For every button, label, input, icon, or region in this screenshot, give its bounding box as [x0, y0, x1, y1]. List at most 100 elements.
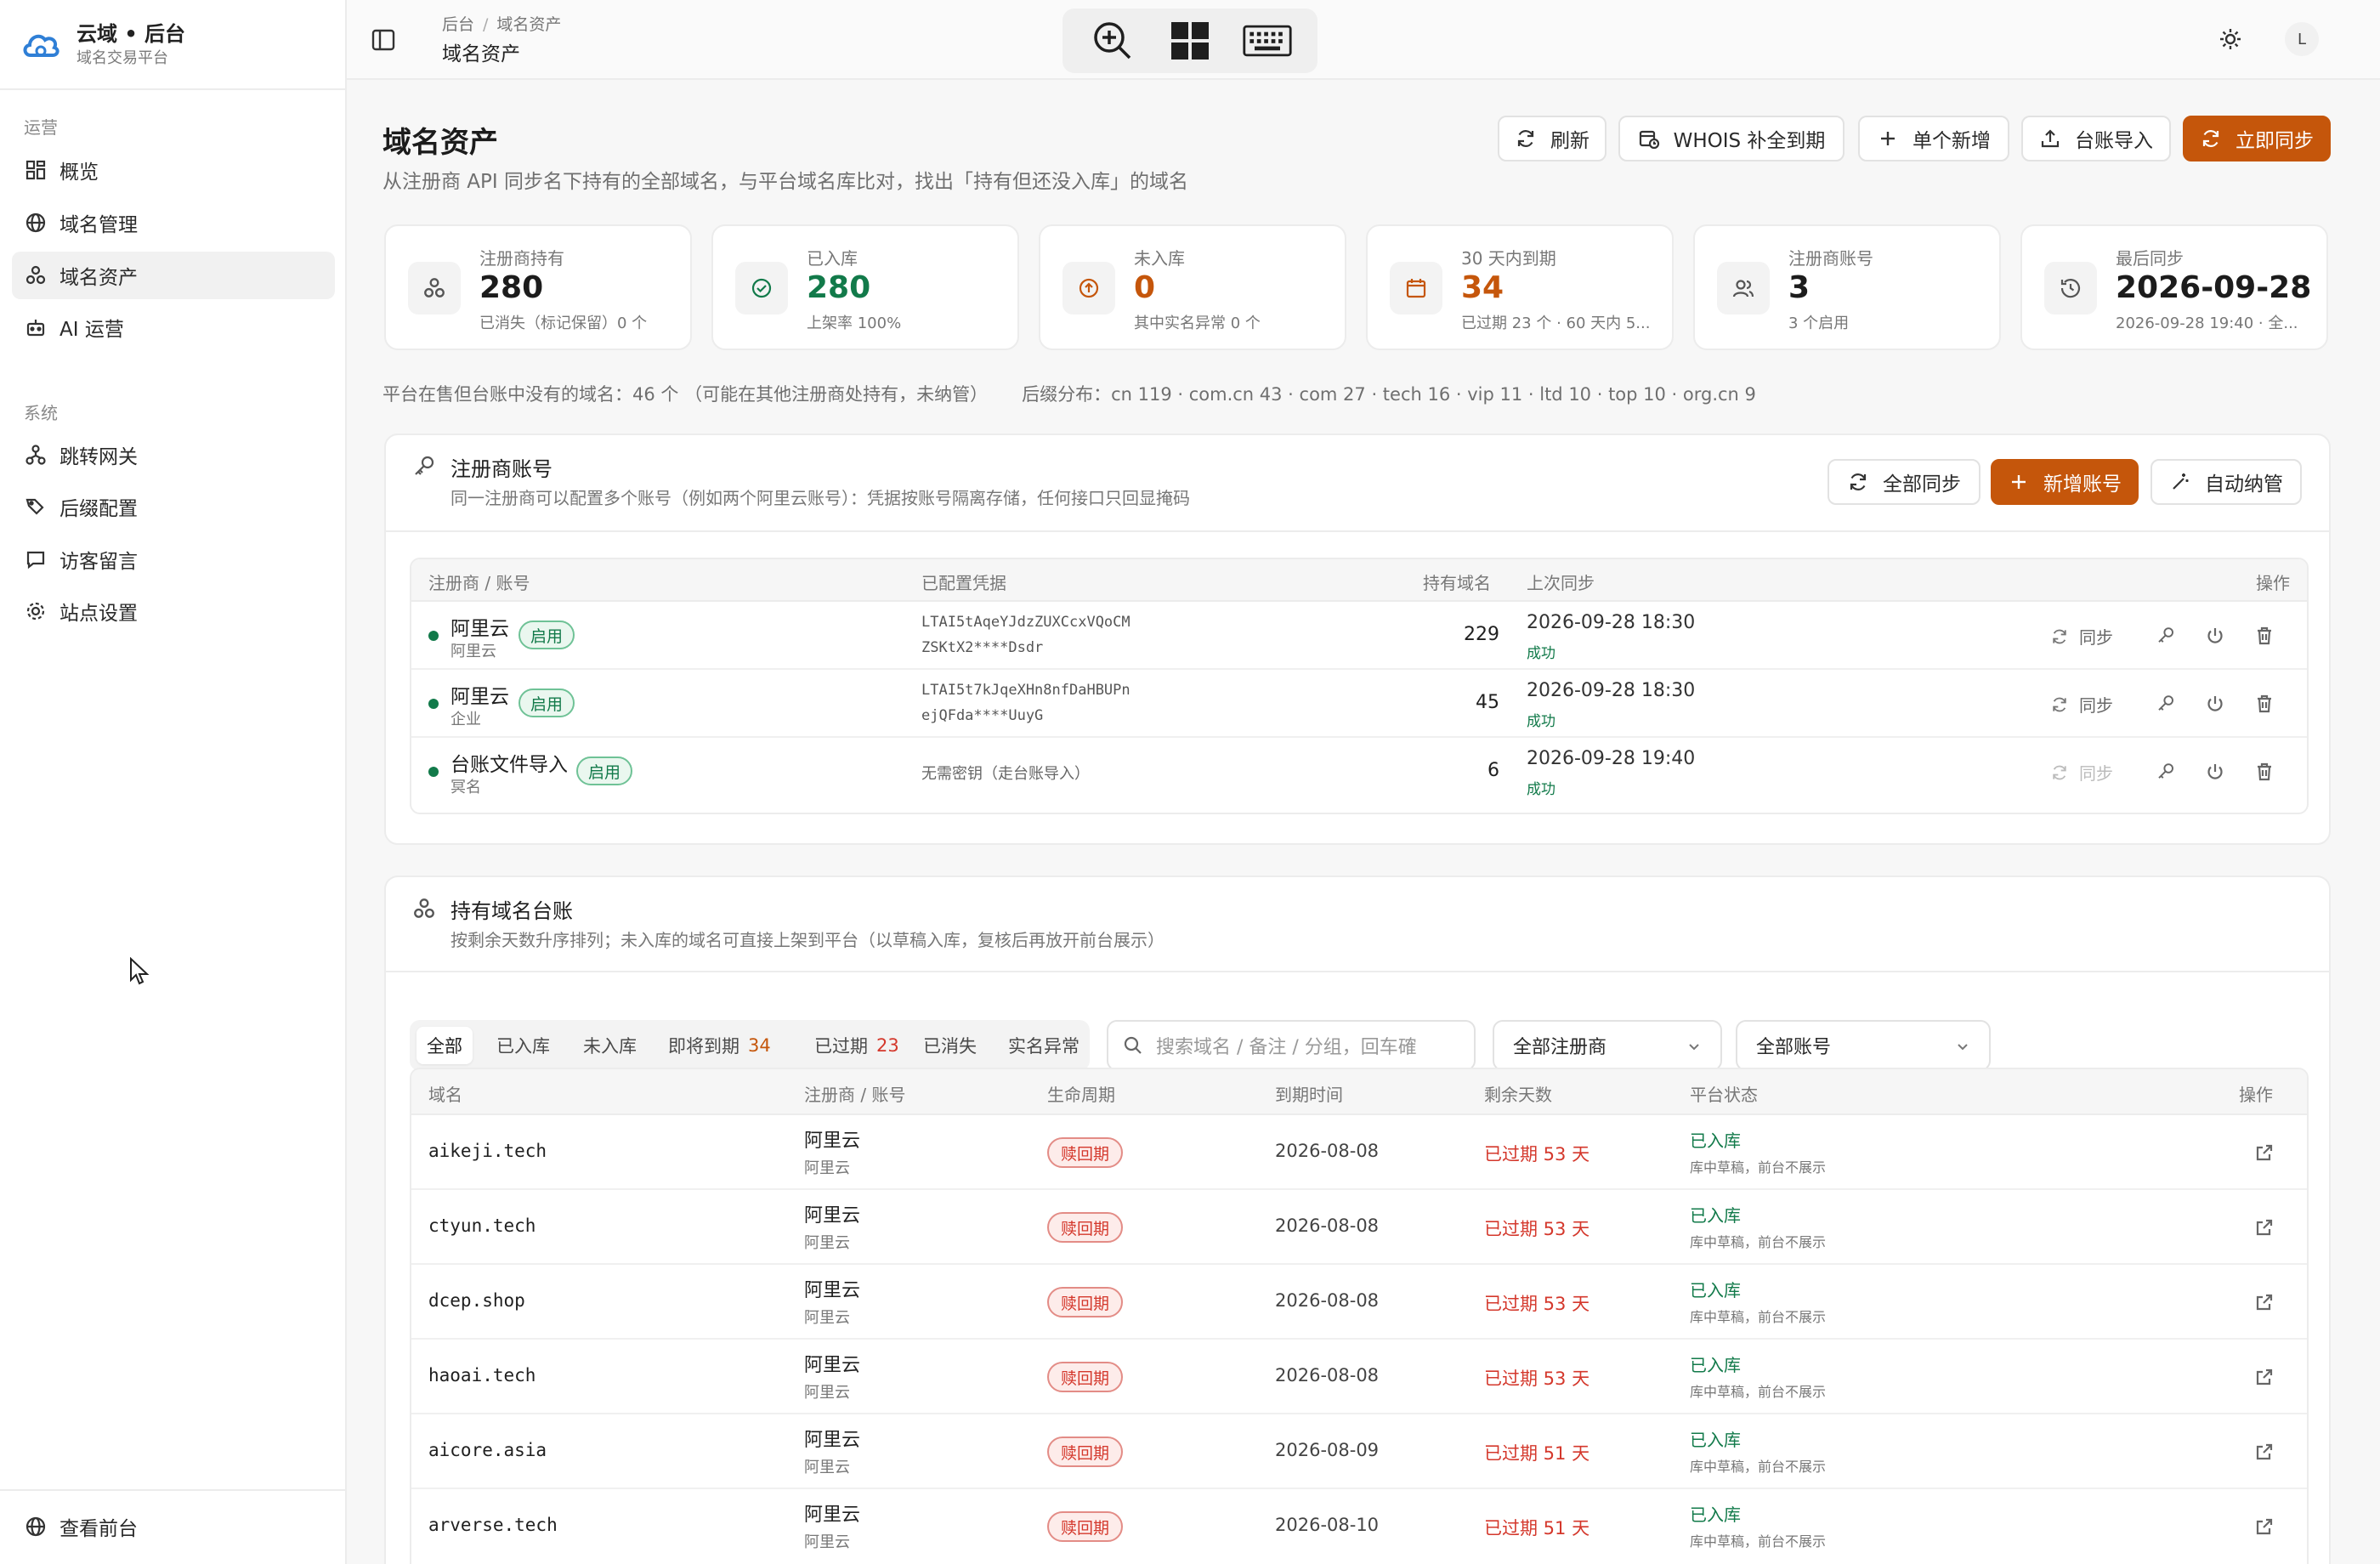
ledger-import-button[interactable]: 台账导入 — [2021, 116, 2171, 162]
ledger-import-label: 台账导入 — [2075, 130, 2153, 152]
add-account-button[interactable]: 新增账号 — [1991, 459, 2139, 505]
sun-icon[interactable] — [2217, 26, 2244, 53]
sidebar-item-suffix-config[interactable]: 后缀配置 — [12, 483, 335, 530]
remaining-days: 已过期 53 天 — [1484, 1368, 1590, 1389]
external-link-icon[interactable] — [2254, 1442, 2275, 1462]
power-icon[interactable] — [2205, 626, 2225, 646]
registrar-name: 阿里云 — [804, 1130, 861, 1152]
sidebar-item-overview[interactable]: 概览 — [12, 146, 335, 194]
stat-card-not-in-library: 未入库 0 其中实名异常 0 个 — [1039, 224, 1346, 350]
domain-name[interactable]: ctyun.tech — [428, 1216, 536, 1236]
lifecycle-badge: 赎回期 — [1047, 1137, 1124, 1168]
keyboard-icon[interactable] — [1242, 15, 1293, 66]
expiry-date: 2026-08-10 — [1275, 1515, 1380, 1535]
stat-icon-wrap — [1062, 262, 1115, 314]
table-row[interactable]: arverse.tech 阿里云 阿里云 赎回期 2026-08-10 已过期 … — [411, 1489, 2307, 1564]
stat-label: 已入库 — [807, 248, 858, 269]
status-dot — [428, 767, 439, 777]
refresh-icon — [1847, 471, 1869, 493]
lifecycle-badge: 赎回期 — [1047, 1436, 1124, 1467]
credential-secret: ejQFda****UuyG — [921, 707, 1044, 724]
grid-icon[interactable] — [1164, 15, 1216, 66]
auto-manage-button[interactable]: 自动纳管 — [2150, 459, 2302, 505]
refresh-button[interactable]: 刷新 — [1498, 116, 1606, 162]
tab-not-in-library[interactable]: 未入库 — [573, 1027, 647, 1064]
tab-expired[interactable]: 已过期 23 — [804, 1027, 910, 1064]
tab-count: 34 — [748, 1035, 771, 1056]
sidebar-item-domain-assets[interactable]: 域名资产 — [12, 252, 335, 299]
search-input[interactable]: 搜索域名 / 备注 / 分组，回车確 — [1107, 1020, 1476, 1071]
sync-label: 同步 — [2079, 627, 2113, 648]
trash-icon[interactable] — [2254, 694, 2275, 714]
filter-tabs: 全部 已入库 未入库 即将到期 34 已过期 23 已消失 实名异常 — [410, 1020, 1090, 1071]
table-row: 阿里云 阿里云 启用 LTAI5tAqeYJdzZUXCcxVQoCM ZSKt… — [411, 602, 2307, 670]
registrar-name: 阿里云 — [450, 618, 509, 640]
key-icon[interactable] — [2156, 626, 2176, 646]
stat-label: 注册商账号 — [1788, 248, 1873, 269]
brand[interactable]: 云域 • 后台 域名交易平台 — [19, 19, 342, 71]
trash-icon[interactable] — [2254, 626, 2275, 646]
platform-status: 已入库 — [1690, 1205, 1741, 1226]
breadcrumb-item[interactable]: 后台 — [442, 15, 474, 34]
sidebar-toggle-icon[interactable] — [369, 26, 398, 54]
refresh-icon — [2200, 128, 2222, 150]
external-link-icon[interactable] — [2254, 1516, 2275, 1537]
sidebar-item-domain-management[interactable]: 域名管理 — [12, 199, 335, 246]
avatar[interactable]: L — [2285, 22, 2319, 56]
sync-now-button[interactable]: 立即同步 — [2183, 116, 2331, 162]
external-link-icon[interactable] — [2254, 1217, 2275, 1238]
view-frontend-label: 查看前台 — [60, 1518, 138, 1540]
key-icon[interactable] — [2156, 762, 2176, 782]
account-select[interactable]: 全部账号 — [1736, 1020, 1991, 1071]
sidebar-item-visitor-messages[interactable]: 访客留言 — [12, 536, 335, 583]
table-row[interactable]: haoai.tech 阿里云 阿里云 赎回期 2026-08-08 已过期 53… — [411, 1340, 2307, 1414]
sidebar-item-redirect-gateway[interactable]: 跳转网关 — [12, 431, 335, 479]
power-icon[interactable] — [2205, 762, 2225, 782]
power-icon[interactable] — [2205, 694, 2225, 714]
header-title: 域名资产 — [442, 43, 520, 65]
row-sync-button[interactable]: 同步 — [2050, 692, 2113, 717]
column-header: 持有域名 — [1423, 573, 1491, 593]
domain-name[interactable]: arverse.tech — [428, 1515, 558, 1535]
sidebar-item-label: 域名资产 — [60, 267, 138, 289]
floating-toolbar — [1062, 8, 1318, 73]
sidebar-item-ai-ops[interactable]: AI 运营 — [12, 303, 335, 351]
domain-name[interactable]: aicore.asia — [428, 1440, 547, 1460]
domain-name[interactable]: dcep.shop — [428, 1290, 525, 1311]
sidebar-item-site-settings[interactable]: 站点设置 — [12, 587, 335, 635]
domain-name[interactable]: aikeji.tech — [428, 1141, 547, 1161]
panel-description: 按剩余天数升序排列；未入库的域名可直接上架到平台（以草稿入库，复核后再放开前台展… — [450, 930, 1164, 950]
tab-all[interactable]: 全部 — [416, 1027, 473, 1064]
domain-count: 45 — [1476, 692, 1499, 713]
external-link-icon[interactable] — [2254, 1292, 2275, 1312]
trash-icon[interactable] — [2254, 762, 2275, 782]
external-link-icon[interactable] — [2254, 1367, 2275, 1387]
globe-icon — [24, 1515, 48, 1538]
tab-disappeared[interactable]: 已消失 — [913, 1027, 987, 1064]
remaining-days: 已过期 51 天 — [1484, 1518, 1590, 1538]
cloud-logo-icon — [19, 23, 63, 67]
row-sync-button[interactable]: 同步 — [2050, 624, 2113, 649]
key-icon[interactable] — [2156, 694, 2176, 714]
whois-fill-expiry-button[interactable]: WHOIS 补全到期 — [1618, 116, 1844, 162]
zoom-in-icon[interactable] — [1087, 15, 1138, 66]
mouse-cursor-icon — [129, 957, 151, 986]
sync-all-button[interactable]: 全部同步 — [1828, 459, 1980, 505]
table-row[interactable]: aikeji.tech 阿里云 阿里云 赎回期 2026-08-08 已过期 5… — [411, 1115, 2307, 1190]
table-row[interactable]: ctyun.tech 阿里云 阿里云 赎回期 2026-08-08 已过期 53… — [411, 1190, 2307, 1265]
registrar-select[interactable]: 全部注册商 — [1493, 1020, 1722, 1071]
add-single-button[interactable]: 单个新增 — [1858, 116, 2009, 162]
view-frontend-link[interactable]: 查看前台 — [12, 1503, 335, 1550]
table-row[interactable]: dcep.shop 阿里云 阿里云 赎回期 2026-08-08 已过期 53 … — [411, 1265, 2307, 1340]
suffix-distribution: 后缀分布：cn 119 · com.cn 43 · com 27 · tech … — [1022, 384, 1756, 405]
external-link-icon[interactable] — [2254, 1142, 2275, 1163]
platform-status-note: 库中草稿，前台不展示 — [1690, 1309, 1827, 1325]
refresh-label: 刷新 — [1550, 130, 1590, 152]
tab-label: 全部 — [427, 1036, 462, 1057]
table-row[interactable]: aicore.asia 阿里云 阿里云 赎回期 2026-08-09 已过期 5… — [411, 1414, 2307, 1489]
tab-in-library[interactable]: 已入库 — [486, 1027, 560, 1064]
stat-value: 3 — [1788, 270, 1810, 305]
tab-expiring-soon[interactable]: 即将到期 34 — [658, 1027, 781, 1064]
tab-realname-abnormal[interactable]: 实名异常 — [998, 1027, 1090, 1064]
domain-name[interactable]: haoai.tech — [428, 1365, 536, 1386]
